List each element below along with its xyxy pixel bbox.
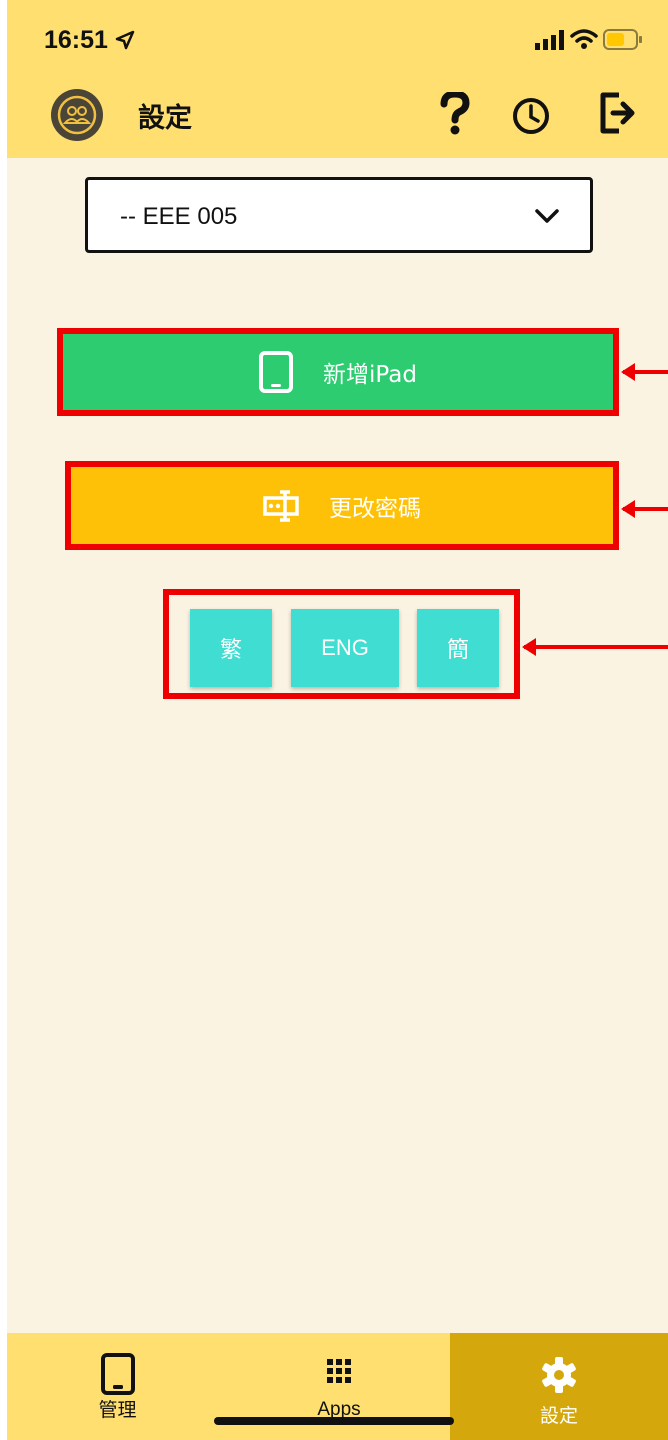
tab-settings[interactable]: 設定 <box>450 1333 668 1440</box>
history-clock-icon[interactable] <box>511 96 551 136</box>
add-ipad-label: 新增iPad <box>323 362 417 388</box>
change-password-button[interactable]: 更改密碼 <box>65 461 619 550</box>
tab-label: 設定 <box>539 1405 578 1427</box>
language-simplified-button[interactable]: 簡 <box>417 609 499 687</box>
device-select[interactable]: -- EEE 005 <box>85 177 593 253</box>
annotation-arrow <box>621 500 668 518</box>
device-select-value: -- EEE 005 <box>120 203 238 230</box>
signal-bars-icon <box>535 30 564 50</box>
tab-label: 管理 <box>98 1399 137 1421</box>
language-english-button[interactable]: ENG <box>291 609 399 687</box>
annotation-arrow <box>621 363 668 381</box>
annotation-arrow <box>522 638 668 656</box>
language-traditional-button[interactable]: 繁 <box>190 609 272 687</box>
avatar-icon <box>57 95 97 135</box>
chevron-down-icon <box>535 209 559 223</box>
gear-icon <box>542 1357 576 1393</box>
tablet-icon <box>259 351 294 393</box>
location-arrow-icon <box>115 30 135 50</box>
language-selector: 繁 ENG 簡 <box>163 589 520 699</box>
tablet-icon <box>100 1353 135 1395</box>
page-title: 設定 <box>138 103 192 134</box>
app-screen: 16:51 設定 -- EEE 005 新增iPad 更改密碼 繁 ENG 簡 … <box>7 0 668 1440</box>
change-password-label: 更改密碼 <box>329 495 421 522</box>
logout-icon[interactable] <box>599 91 639 135</box>
help-icon[interactable] <box>440 92 470 136</box>
password-input-icon <box>263 489 299 522</box>
avatar[interactable] <box>51 89 103 141</box>
add-ipad-button[interactable]: 新增iPad <box>57 328 619 416</box>
tab-manage[interactable]: 管理 <box>7 1333 228 1440</box>
status-time: 16:51 <box>44 26 108 54</box>
home-indicator[interactable] <box>214 1417 454 1425</box>
wifi-icon <box>570 29 598 49</box>
top-bar: 16:51 設定 <box>7 0 668 158</box>
battery-icon <box>603 29 642 50</box>
grid-icon <box>327 1359 351 1383</box>
